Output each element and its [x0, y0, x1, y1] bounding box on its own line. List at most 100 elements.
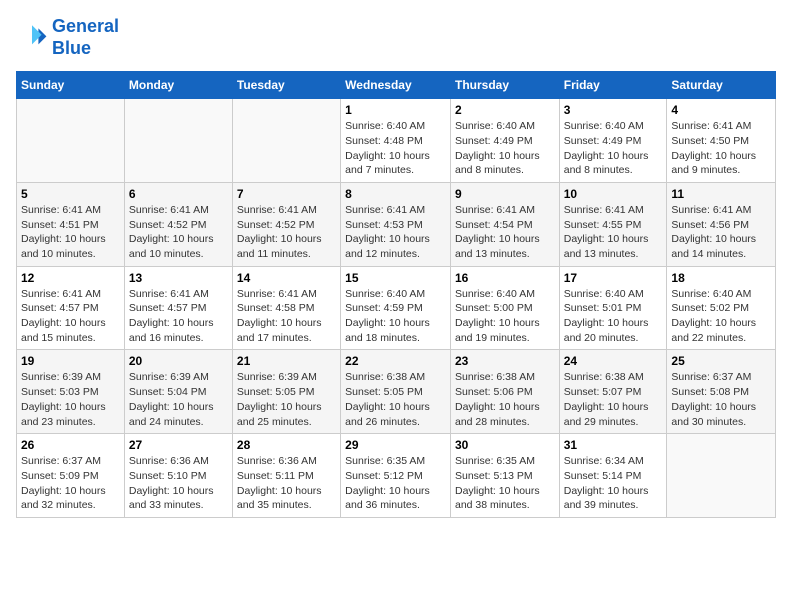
- calendar-cell: 5 Sunrise: 6:41 AM Sunset: 4:51 PM Daylig…: [17, 182, 125, 266]
- day-number: 24: [564, 354, 663, 368]
- calendar-cell: 28 Sunrise: 6:36 AM Sunset: 5:11 PM Dayli…: [232, 434, 340, 518]
- calendar-cell: 1 Sunrise: 6:40 AM Sunset: 4:48 PM Daylig…: [341, 99, 451, 183]
- week-row-3: 12 Sunrise: 6:41 AM Sunset: 4:57 PM Dayli…: [17, 266, 776, 350]
- header-thursday: Thursday: [450, 72, 559, 99]
- day-info: Sunrise: 6:41 AM Sunset: 4:51 PM Dayligh…: [21, 203, 120, 262]
- calendar-cell: 27 Sunrise: 6:36 AM Sunset: 5:10 PM Dayli…: [124, 434, 232, 518]
- day-info: Sunrise: 6:41 AM Sunset: 4:58 PM Dayligh…: [237, 287, 336, 346]
- day-info: Sunrise: 6:34 AM Sunset: 5:14 PM Dayligh…: [564, 454, 663, 513]
- calendar-cell: 7Sunrise: 6:41 AM Sunset: 4:52 PM Daylig…: [232, 182, 340, 266]
- calendar-cell: [232, 99, 340, 183]
- day-info: Sunrise: 6:37 AM Sunset: 5:09 PM Dayligh…: [21, 454, 120, 513]
- day-number: 1: [345, 103, 446, 117]
- day-number: 27: [129, 438, 228, 452]
- header-friday: Friday: [559, 72, 667, 99]
- header-tuesday: Tuesday: [232, 72, 340, 99]
- day-number: 23: [455, 354, 555, 368]
- day-number: 10: [564, 187, 663, 201]
- calendar-cell: 24Sunrise: 6:38 AM Sunset: 5:07 PM Dayli…: [559, 350, 667, 434]
- day-info: Sunrise: 6:37 AM Sunset: 5:08 PM Dayligh…: [671, 370, 771, 429]
- day-number: 18: [671, 271, 771, 285]
- header-wednesday: Wednesday: [341, 72, 451, 99]
- day-number: 21: [237, 354, 336, 368]
- day-number: 3: [564, 103, 663, 117]
- day-info: Sunrise: 6:35 AM Sunset: 5:12 PM Dayligh…: [345, 454, 446, 513]
- day-number: 16: [455, 271, 555, 285]
- day-info: Sunrise: 6:40 AM Sunset: 5:01 PM Dayligh…: [564, 287, 663, 346]
- calendar-cell: 31 Sunrise: 6:34 AM Sunset: 5:14 PM Dayli…: [559, 434, 667, 518]
- calendar-cell: 16 Sunrise: 6:40 AM Sunset: 5:00 PM Dayli…: [450, 266, 559, 350]
- day-info: Sunrise: 6:40 AM Sunset: 5:00 PM Dayligh…: [455, 287, 555, 346]
- calendar-cell: [667, 434, 776, 518]
- day-info: Sunrise: 6:39 AM Sunset: 5:04 PM Dayligh…: [129, 370, 228, 429]
- logo-text: General Blue: [52, 16, 119, 59]
- header-sunday: Sunday: [17, 72, 125, 99]
- week-row-1: 1 Sunrise: 6:40 AM Sunset: 4:48 PM Daylig…: [17, 99, 776, 183]
- day-info: Sunrise: 6:41 AM Sunset: 4:56 PM Dayligh…: [671, 203, 771, 262]
- day-info: Sunrise: 6:41 AM Sunset: 4:54 PM Dayligh…: [455, 203, 555, 262]
- day-info: Sunrise: 6:39 AM Sunset: 5:05 PM Dayligh…: [237, 370, 336, 429]
- day-info: Sunrise: 6:40 AM Sunset: 4:59 PM Dayligh…: [345, 287, 446, 346]
- calendar-cell: 9 Sunrise: 6:41 AM Sunset: 4:54 PM Daylig…: [450, 182, 559, 266]
- day-number: 26: [21, 438, 120, 452]
- day-info: Sunrise: 6:36 AM Sunset: 5:11 PM Dayligh…: [237, 454, 336, 513]
- day-info: Sunrise: 6:35 AM Sunset: 5:13 PM Dayligh…: [455, 454, 555, 513]
- day-info: Sunrise: 6:41 AM Sunset: 4:52 PM Dayligh…: [129, 203, 228, 262]
- header-saturday: Saturday: [667, 72, 776, 99]
- calendar-cell: 2 Sunrise: 6:40 AM Sunset: 4:49 PM Daylig…: [450, 99, 559, 183]
- logo-icon: [16, 22, 48, 54]
- day-info: Sunrise: 6:36 AM Sunset: 5:10 PM Dayligh…: [129, 454, 228, 513]
- day-number: 17: [564, 271, 663, 285]
- day-info: Sunrise: 6:40 AM Sunset: 4:49 PM Dayligh…: [455, 119, 555, 178]
- calendar-cell: 29 Sunrise: 6:35 AM Sunset: 5:12 PM Dayli…: [341, 434, 451, 518]
- calendar-cell: 25 Sunrise: 6:37 AM Sunset: 5:08 PM Dayli…: [667, 350, 776, 434]
- day-number: 2: [455, 103, 555, 117]
- day-number: 19: [21, 354, 120, 368]
- day-number: 11: [671, 187, 771, 201]
- day-number: 25: [671, 354, 771, 368]
- week-row-5: 26 Sunrise: 6:37 AM Sunset: 5:09 PM Dayli…: [17, 434, 776, 518]
- calendar-cell: 4Sunrise: 6:41 AM Sunset: 4:50 PM Daylig…: [667, 99, 776, 183]
- day-info: Sunrise: 6:39 AM Sunset: 5:03 PM Dayligh…: [21, 370, 120, 429]
- day-number: 14: [237, 271, 336, 285]
- day-number: 12: [21, 271, 120, 285]
- day-info: Sunrise: 6:40 AM Sunset: 4:48 PM Dayligh…: [345, 119, 446, 178]
- calendar-cell: 11 Sunrise: 6:41 AM Sunset: 4:56 PM Dayli…: [667, 182, 776, 266]
- day-number: 7: [237, 187, 336, 201]
- day-number: 15: [345, 271, 446, 285]
- calendar-cell: 15 Sunrise: 6:40 AM Sunset: 4:59 PM Dayli…: [341, 266, 451, 350]
- calendar-cell: 22Sunrise: 6:38 AM Sunset: 5:05 PM Dayli…: [341, 350, 451, 434]
- calendar-cell: 20 Sunrise: 6:39 AM Sunset: 5:04 PM Dayli…: [124, 350, 232, 434]
- calendar-cell: 3 Sunrise: 6:40 AM Sunset: 4:49 PM Daylig…: [559, 99, 667, 183]
- calendar-cell: 13 Sunrise: 6:41 AM Sunset: 4:57 PM Dayli…: [124, 266, 232, 350]
- day-number: 5: [21, 187, 120, 201]
- day-info: Sunrise: 6:41 AM Sunset: 4:57 PM Dayligh…: [21, 287, 120, 346]
- day-number: 9: [455, 187, 555, 201]
- calendar-cell: 17 Sunrise: 6:40 AM Sunset: 5:01 PM Dayli…: [559, 266, 667, 350]
- calendar-cell: 12 Sunrise: 6:41 AM Sunset: 4:57 PM Dayli…: [17, 266, 125, 350]
- day-info: Sunrise: 6:41 AM Sunset: 4:55 PM Dayligh…: [564, 203, 663, 262]
- day-number: 31: [564, 438, 663, 452]
- calendar-table: SundayMondayTuesdayWednesdayThursdayFrid…: [16, 71, 776, 518]
- day-number: 28: [237, 438, 336, 452]
- calendar-cell: 23 Sunrise: 6:38 AM Sunset: 5:06 PM Dayli…: [450, 350, 559, 434]
- page-header: General Blue: [16, 16, 776, 59]
- calendar-cell: 18 Sunrise: 6:40 AM Sunset: 5:02 PM Dayli…: [667, 266, 776, 350]
- day-number: 6: [129, 187, 228, 201]
- calendar-cell: 8 Sunrise: 6:41 AM Sunset: 4:53 PM Daylig…: [341, 182, 451, 266]
- day-info: Sunrise: 6:40 AM Sunset: 4:49 PM Dayligh…: [564, 119, 663, 178]
- day-number: 13: [129, 271, 228, 285]
- calendar-header-row: SundayMondayTuesdayWednesdayThursdayFrid…: [17, 72, 776, 99]
- week-row-2: 5 Sunrise: 6:41 AM Sunset: 4:51 PM Daylig…: [17, 182, 776, 266]
- day-info: Sunrise: 6:38 AM Sunset: 5:06 PM Dayligh…: [455, 370, 555, 429]
- day-number: 8: [345, 187, 446, 201]
- day-number: 29: [345, 438, 446, 452]
- calendar-cell: [124, 99, 232, 183]
- calendar-cell: 30Sunrise: 6:35 AM Sunset: 5:13 PM Dayli…: [450, 434, 559, 518]
- day-number: 20: [129, 354, 228, 368]
- day-info: Sunrise: 6:41 AM Sunset: 4:57 PM Dayligh…: [129, 287, 228, 346]
- day-info: Sunrise: 6:41 AM Sunset: 4:53 PM Dayligh…: [345, 203, 446, 262]
- day-info: Sunrise: 6:40 AM Sunset: 5:02 PM Dayligh…: [671, 287, 771, 346]
- calendar-cell: 6 Sunrise: 6:41 AM Sunset: 4:52 PM Daylig…: [124, 182, 232, 266]
- week-row-4: 19 Sunrise: 6:39 AM Sunset: 5:03 PM Dayli…: [17, 350, 776, 434]
